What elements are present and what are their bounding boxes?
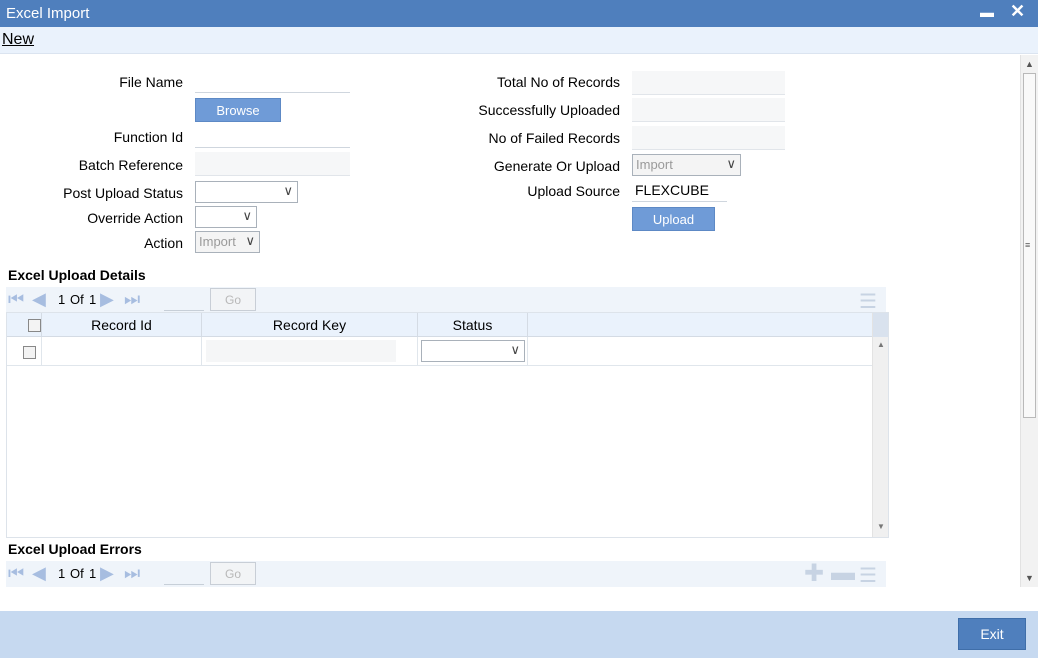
details-of-label: Of	[70, 292, 84, 307]
exit-button[interactable]: Exit	[958, 618, 1026, 650]
upload-source-field[interactable]: FLEXCUBE	[632, 178, 727, 202]
table-row: ∨	[7, 337, 873, 366]
column-record-id[interactable]: Record Id	[42, 313, 202, 337]
total-records-label: Total No of Records	[497, 74, 620, 90]
last-page-icon[interactable]: ⏭	[124, 289, 140, 310]
grid-scrollbar[interactable]: ▲ ▼	[872, 313, 888, 537]
details-go-button[interactable]: Go	[210, 288, 256, 311]
select-all-cell	[7, 313, 42, 337]
post-upload-status-select[interactable]: ∨	[195, 181, 298, 203]
scrollbar-corner	[873, 313, 888, 337]
successfully-uploaded-label: Successfully Uploaded	[478, 102, 620, 118]
footer-bar: Exit	[0, 611, 1038, 658]
last-page-icon[interactable]: ⏭	[124, 563, 140, 584]
errors-current-page: 1	[58, 566, 66, 581]
row-select-cell	[7, 337, 42, 366]
scroll-up-icon[interactable]: ▲	[877, 340, 885, 349]
window-titlebar: Excel Import ▬ ✕	[0, 0, 1038, 27]
main-content: File Name Browse Function Id Batch Refer…	[0, 55, 1020, 611]
scroll-up-icon[interactable]: ▲	[1025, 59, 1034, 69]
action-label: Action	[144, 235, 183, 251]
column-status[interactable]: Status	[418, 313, 528, 337]
override-action-select[interactable]: ∨	[195, 206, 257, 228]
select-all-checkbox[interactable]	[28, 319, 41, 332]
grid-header: Record Id Record Key Status	[7, 313, 873, 337]
chevron-down-icon: ∨	[245, 233, 255, 248]
list-view-icon[interactable]: ☰	[859, 563, 877, 588]
row-checkbox[interactable]	[23, 346, 36, 359]
successfully-uploaded-field[interactable]	[632, 98, 785, 122]
function-id-field[interactable]	[195, 124, 350, 148]
function-id-label: Function Id	[113, 129, 183, 145]
record-id-cell[interactable]	[42, 337, 202, 366]
scroll-down-icon[interactable]: ▼	[877, 522, 885, 531]
prev-page-icon[interactable]: ◀	[32, 289, 46, 310]
status-select[interactable]: ∨	[421, 340, 525, 362]
first-page-icon[interactable]: ⏮	[8, 289, 24, 310]
override-action-label: Override Action	[87, 210, 183, 226]
generate-or-upload-value: Import	[636, 157, 673, 172]
minimize-icon[interactable]: ▬	[980, 4, 994, 20]
post-upload-status-label: Post Upload Status	[63, 185, 183, 201]
menu-bar: New	[0, 27, 1038, 54]
status-cell: ∨	[418, 337, 528, 366]
close-icon[interactable]: ✕	[1010, 1, 1025, 22]
next-page-icon[interactable]: ▶	[100, 563, 114, 584]
record-key-field[interactable]	[206, 340, 396, 362]
page-scrollbar[interactable]: ▲ ≡ ▼	[1020, 55, 1038, 587]
generate-or-upload-select[interactable]: Import ∨	[632, 154, 741, 176]
window-title: Excel Import	[6, 5, 90, 22]
add-row-icon[interactable]: ✚	[804, 559, 824, 588]
failed-records-field[interactable]	[632, 126, 785, 150]
next-page-icon[interactable]: ▶	[100, 289, 114, 310]
chevron-down-icon: ∨	[726, 156, 736, 171]
generate-or-upload-label: Generate Or Upload	[493, 158, 620, 174]
upload-details-grid: Record Id Record Key Status ∨ ▲ ▼	[6, 312, 889, 538]
chevron-down-icon: ∨	[242, 208, 252, 223]
upload-source-label: Upload Source	[527, 183, 620, 199]
details-page-input[interactable]	[164, 293, 204, 311]
chevron-down-icon: ∨	[510, 342, 520, 357]
errors-total-pages: 1	[89, 566, 97, 581]
total-records-field[interactable]	[632, 71, 785, 95]
details-total-pages: 1	[89, 292, 97, 307]
prev-page-icon[interactable]: ◀	[32, 563, 46, 584]
record-key-cell[interactable]	[202, 337, 418, 366]
remove-row-icon[interactable]: ▬	[831, 559, 855, 587]
chevron-down-icon: ∨	[283, 183, 293, 198]
failed-records-label: No of Failed Records	[488, 130, 620, 146]
errors-page-input[interactable]	[164, 567, 204, 585]
browse-button[interactable]: Browse	[195, 98, 281, 122]
list-view-icon[interactable]: ☰	[859, 289, 877, 314]
new-link[interactable]: New	[2, 31, 34, 49]
errors-pager: ⏮ ◀ 1 Of 1 ▶ ⏭ Go ✚ ▬ ☰	[6, 559, 886, 588]
errors-of-label: Of	[70, 566, 84, 581]
upload-details-title: Excel Upload Details	[8, 267, 146, 283]
action-select-value: Import	[199, 234, 236, 249]
scrollbar-grip-icon: ≡	[1025, 240, 1031, 250]
scroll-down-icon[interactable]: ▼	[1025, 573, 1034, 583]
column-record-key[interactable]: Record Key	[202, 313, 418, 337]
upload-errors-title: Excel Upload Errors	[8, 541, 142, 557]
details-pager: ⏮ ◀ 1 Of 1 ▶ ⏭ Go ☰	[6, 287, 886, 313]
errors-go-button[interactable]: Go	[210, 562, 256, 585]
first-page-icon[interactable]: ⏮	[8, 563, 24, 584]
file-name-label: File Name	[119, 74, 183, 90]
file-name-field[interactable]	[195, 69, 350, 93]
batch-reference-field[interactable]	[195, 152, 350, 176]
upload-button[interactable]: Upload	[632, 207, 715, 231]
details-current-page: 1	[58, 292, 66, 307]
batch-reference-label: Batch Reference	[78, 157, 183, 173]
action-select[interactable]: Import ∨	[195, 231, 260, 253]
